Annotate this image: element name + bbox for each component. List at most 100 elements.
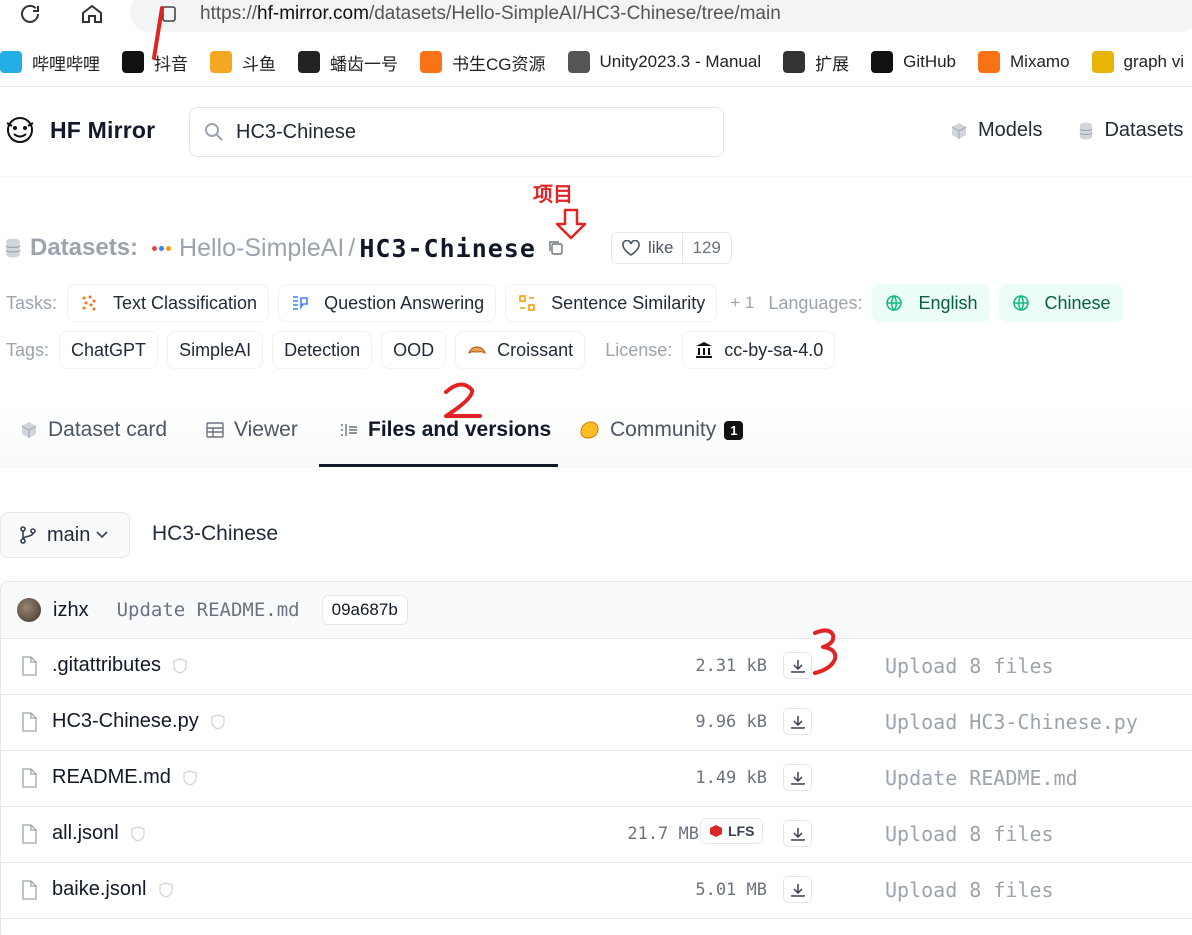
copy-icon[interactable]: [548, 240, 564, 256]
file-size: 2.31 kB: [695, 656, 767, 676]
download-button[interactable]: [783, 764, 812, 791]
bookmark-label: 哔哩哔哩: [32, 54, 100, 74]
chevron-down-icon: [96, 531, 108, 539]
mixamo-icon: [978, 51, 1001, 73]
tab-community[interactable]: Community 1: [578, 418, 744, 442]
file-commit-message[interactable]: Upload 8 files: [885, 654, 1054, 678]
shield-check-icon[interactable]: [173, 657, 187, 674]
home-icon[interactable]: [79, 1, 105, 27]
bookmark-item[interactable]: graph vi: [1091, 51, 1185, 73]
file-name-link[interactable]: all.jsonl: [52, 822, 145, 845]
download-button[interactable]: [783, 820, 812, 847]
lfs-badge[interactable]: LFS: [700, 818, 764, 844]
file-commit-message[interactable]: Update README.md: [885, 766, 1078, 790]
table-row[interactable]: all.jsonl 21.7 MB LFS Upload 8 files: [1, 807, 1192, 863]
bookmark-label: 扩展: [815, 54, 850, 74]
cube-icon: [21, 422, 37, 438]
download-icon: [790, 715, 805, 729]
branch-selector[interactable]: main: [0, 512, 130, 558]
license-tag[interactable]: cc-by-sa-4.0: [682, 331, 836, 369]
tab-label: Files and versions: [368, 418, 552, 441]
commit-sha[interactable]: 09a687b: [321, 595, 408, 625]
shield-check-icon[interactable]: [131, 825, 145, 842]
table-row[interactable]: HC3-Chinese.py 9.96 kB Upload HC3-Chinese.…: [1, 695, 1192, 751]
bookmark-item[interactable]: Mixamo: [978, 51, 1070, 73]
tab-label: Viewer: [234, 418, 298, 441]
bookmark-label: graph vi: [1123, 52, 1185, 71]
bookmark-item[interactable]: GitHub: [871, 51, 956, 73]
language-tag-english[interactable]: English: [872, 284, 990, 322]
bookmark-item[interactable]: 哔哩哔哩: [0, 50, 100, 75]
douyin-icon: [122, 51, 144, 73]
file-name-link[interactable]: .gitattributes: [52, 654, 187, 677]
shield-check-icon[interactable]: [158, 881, 173, 898]
file-icon: [22, 880, 37, 900]
commit-author[interactable]: izhx: [53, 599, 89, 622]
reload-icon[interactable]: [17, 1, 43, 27]
nav-models[interactable]: Models: [950, 119, 1042, 142]
language-label: English: [918, 292, 978, 313]
brand-logo[interactable]: HF Mirror: [4, 115, 155, 145]
file-commit-message[interactable]: Upload HC3-Chinese.py: [885, 710, 1138, 734]
bookmark-item[interactable]: 蟠齿一号: [298, 50, 398, 75]
bookmark-label: Mixamo: [1010, 52, 1070, 71]
download-button[interactable]: [783, 652, 812, 679]
bookmarks-bar: 哔哩哔哩 抖音 斗鱼 蟠齿一号 书生CG资源 Unity2023.3 - Manual 扩展…: [0, 42, 1192, 82]
tag-detection[interactable]: Detection: [272, 331, 373, 369]
douyu-icon: [210, 51, 232, 73]
tab-files-and-versions[interactable]: Files and versions: [340, 418, 551, 442]
repo-kind: Datasets:: [30, 234, 139, 261]
shield-check-icon[interactable]: [183, 769, 197, 786]
address-text[interactable]: https://hf-mirror.com/datasets/Hello-Sim…: [200, 3, 781, 25]
unity-icon: [567, 51, 590, 73]
commit-message[interactable]: Update README.md: [117, 599, 300, 621]
bookmark-item[interactable]: 扩展: [783, 50, 849, 75]
like-button[interactable]: like 129: [611, 232, 732, 264]
repo-org-link[interactable]: Hello-SimpleAI: [179, 234, 344, 263]
globe-icon: [1011, 293, 1031, 313]
table-row[interactable]: baike.jsonl 5.01 MB Upload 8 files: [1, 863, 1192, 919]
bookmark-item[interactable]: 斗鱼: [210, 50, 276, 75]
file-name-link[interactable]: HC3-Chinese.py: [52, 710, 225, 733]
tab-viewer[interactable]: Viewer: [206, 418, 298, 442]
tag-simpleai[interactable]: SimpleAI: [167, 331, 264, 369]
database-icon: [5, 238, 21, 258]
download-button[interactable]: [783, 876, 812, 903]
bookmark-item[interactable]: 书生CG资源: [420, 50, 546, 75]
database-icon: [1079, 122, 1093, 139]
bookmark-label: GitHub: [903, 52, 957, 71]
license-label: License:: [605, 339, 673, 360]
table-row[interactable]: README.md 1.49 kB Update README.md: [1, 751, 1192, 807]
task-tag-text-classification[interactable]: Text Classification: [67, 284, 270, 322]
repo-title: Datasets: Hello-SimpleAI / HC3-Chinese: [4, 228, 564, 268]
github-icon: [871, 51, 894, 73]
top-nav: Models Datasets: [950, 119, 1192, 142]
site-info-icon[interactable]: [156, 1, 182, 27]
table-row[interactable]: .gitattributes 2.31 kB Upload 8 files: [1, 639, 1192, 695]
nav-datasets[interactable]: Datasets: [1078, 119, 1183, 142]
tasks-more[interactable]: + 1: [730, 293, 754, 313]
shield-check-icon[interactable]: [211, 713, 225, 730]
avatar[interactable]: [17, 598, 41, 622]
file-commit-message[interactable]: Upload 8 files: [885, 878, 1054, 902]
file-name-link[interactable]: baike.jsonl: [52, 878, 173, 901]
repo-name[interactable]: HC3-Chinese: [359, 234, 536, 263]
bookmark-item[interactable]: 抖音: [122, 50, 188, 75]
plus-orange-icon: [420, 51, 442, 73]
file-commit-message[interactable]: Upload 8 files: [885, 822, 1054, 846]
download-button[interactable]: [783, 708, 812, 735]
tab-dataset-card[interactable]: Dataset card: [20, 418, 167, 442]
task-tag-question-answering[interactable]: Question Answering: [278, 284, 497, 322]
tag-chatgpt[interactable]: ChatGPT: [59, 331, 159, 369]
repo-slash: /: [348, 233, 356, 262]
language-tag-chinese[interactable]: Chinese: [998, 284, 1123, 322]
tag-croissant[interactable]: Croissant: [455, 331, 586, 369]
breadcrumb[interactable]: HC3-Chinese: [152, 522, 278, 546]
tab-label: Community: [610, 418, 717, 441]
tag-ood[interactable]: OOD: [381, 331, 447, 369]
file-name-link[interactable]: README.md: [52, 766, 197, 789]
task-tag-sentence-similarity[interactable]: Sentence Similarity: [505, 284, 718, 322]
table-icon: [206, 422, 224, 438]
search-input[interactable]: HC3-Chinese: [189, 107, 724, 157]
bookmark-item[interactable]: Unity2023.3 - Manual: [567, 51, 761, 73]
